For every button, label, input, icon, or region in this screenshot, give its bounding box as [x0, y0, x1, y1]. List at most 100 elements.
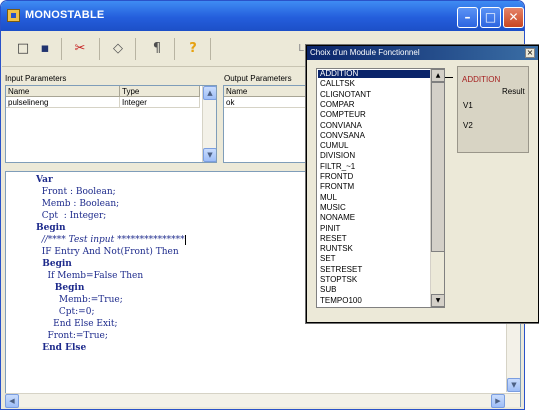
module-list-item[interactable]: CALLTSK: [318, 80, 430, 88]
toolbar-separator: [135, 38, 136, 60]
code-text: If Memb=False Then: [36, 271, 144, 281]
module-list-item[interactable]: PINIT: [318, 224, 430, 233]
table-cell-type[interactable]: Integer: [120, 97, 200, 108]
scroll-right-icon[interactable]: ▶: [491, 394, 505, 408]
dialog-title: Choix d'un Module Fonctionnel: [310, 48, 420, 57]
module-list-item[interactable]: COMPAR: [318, 100, 430, 109]
module-list-item[interactable]: MUSIC: [318, 203, 430, 212]
scroll-up-icon[interactable]: ▲: [203, 86, 216, 100]
save-icon[interactable]: ▪: [36, 40, 54, 58]
module-list-item[interactable]: CONVSANA: [318, 131, 430, 140]
preview-connector-line: [445, 77, 453, 78]
code-text: //**** Test input ***************: [36, 235, 185, 245]
code-line: Cpt:=0;: [36, 306, 95, 318]
code-line: Begin: [36, 222, 66, 234]
output-parameters-table[interactable]: Name ok: [223, 85, 307, 163]
close-button[interactable]: ✕: [503, 7, 524, 28]
code-text: Front : Boolean;: [36, 187, 116, 197]
text-cursor: [184, 234, 186, 245]
cut-icon[interactable]: ✂: [71, 40, 89, 58]
module-list-item[interactable]: CONVIANA: [318, 121, 430, 130]
code-text: Memb:=True;: [36, 295, 123, 305]
code-line: Memb:=True;: [36, 294, 123, 306]
code-line: Begin: [36, 282, 85, 294]
code-text: Cpt:=0;: [36, 307, 95, 317]
code-text: Begin: [36, 283, 85, 293]
input-parameters-table[interactable]: Name Type pulselineng Integer ▲ ▼: [5, 85, 217, 163]
scroll-down-icon[interactable]: ▼: [507, 378, 520, 392]
scroll-left-icon[interactable]: ◀: [5, 394, 19, 408]
module-list-item[interactable]: MUL: [318, 193, 430, 202]
shape-icon[interactable]: ◇: [109, 40, 127, 58]
scroll-down-icon[interactable]: ▼: [431, 294, 444, 307]
scroll-thumb[interactable]: [431, 82, 444, 252]
module-list-item[interactable]: COMPTEUR: [318, 111, 430, 119]
module-list-item[interactable]: SETRESET: [318, 265, 430, 274]
module-list-item[interactable]: CLIGNOTANT: [318, 90, 430, 99]
preview-input-label: V1: [463, 101, 473, 110]
column-header-type[interactable]: Type: [120, 86, 200, 97]
preview-output-label: Result: [502, 87, 525, 96]
code-line: Memb : Boolean;: [36, 198, 119, 210]
table-cell-name[interactable]: pulselineng: [6, 97, 120, 108]
code-line: Front:=True;: [36, 330, 108, 342]
code-line: If Memb=False Then: [36, 270, 143, 282]
code-line: Front : Boolean;: [36, 186, 116, 198]
module-list-item[interactable]: RESET: [318, 234, 430, 243]
code-text: Begin: [36, 259, 72, 269]
code-line: End Else: [36, 342, 86, 354]
module-list[interactable]: ADDITION CALLTSK CLIGNOTANT COMPAR COMPTEUR C…: [316, 68, 445, 308]
module-list-item[interactable]: RUNTSK: [318, 245, 430, 253]
maximize-button[interactable]: □: [480, 7, 501, 28]
toolbar-separator: [99, 38, 100, 60]
module-chooser-dialog: Choix d'un Module Fonctionnel × ADDITION…: [306, 45, 539, 323]
module-list-item[interactable]: ADDITION: [318, 70, 430, 78]
editor-horizontal-scrollbar[interactable]: ◀ ▶: [5, 393, 520, 408]
output-parameters-label: Output Parameters: [224, 74, 292, 83]
code-text: IF Entry And Not(Front) Then: [36, 247, 179, 257]
module-list-item[interactable]: SUB: [318, 286, 430, 294]
code-text: Begin: [36, 223, 66, 233]
toolbar-separator: [210, 38, 211, 60]
new-file-icon[interactable]: □: [14, 40, 32, 58]
dialog-title-bar[interactable]: Choix d'un Module Fonctionnel ×: [307, 46, 538, 60]
help-icon[interactable]: ?: [184, 40, 202, 58]
scroll-down-icon[interactable]: ▼: [203, 148, 216, 162]
dialog-close-button[interactable]: ×: [525, 48, 535, 58]
module-list-item[interactable]: FRONTD: [318, 173, 430, 181]
input-parameters-label: Input Parameters: [5, 74, 67, 83]
code-text: End Else: [36, 343, 87, 353]
module-list-item[interactable]: CUMUL: [318, 142, 430, 150]
code-line: Var: [36, 174, 53, 186]
code-line: Begin: [36, 258, 72, 270]
preview-input-label: V2: [463, 121, 473, 130]
code-text: Var: [36, 175, 53, 185]
module-list-scrollbar[interactable]: ▲ ▼: [430, 69, 444, 307]
column-header-name[interactable]: Name: [6, 86, 120, 97]
module-list-item[interactable]: SET: [318, 255, 430, 263]
title-bar[interactable]: MONOSTABLE – □ ✕: [1, 1, 524, 31]
code-text: Front:=True;: [36, 331, 108, 341]
module-list-item[interactable]: STOPTSK: [318, 276, 430, 284]
module-list-item[interactable]: DIVISION: [318, 152, 430, 160]
module-preview: ADDITION Result V1 V2: [457, 66, 529, 153]
app-icon: [7, 9, 20, 22]
code-text: End Else Exit;: [36, 319, 118, 329]
code-text: Cpt : Integer;: [36, 211, 107, 221]
table-cell-name[interactable]: ok: [224, 97, 306, 108]
toolbar-separator: [174, 38, 175, 60]
window-title: MONOSTABLE: [25, 9, 105, 21]
code-line: IF Entry And Not(Front) Then: [36, 246, 179, 258]
module-list-item[interactable]: FRONTM: [318, 183, 430, 191]
scroll-up-icon[interactable]: ▲: [431, 69, 444, 82]
minimize-button[interactable]: –: [457, 7, 478, 28]
column-header-name[interactable]: Name: [224, 86, 306, 97]
toolbar-separator: [61, 38, 62, 60]
tool-icon[interactable]: ¶: [148, 40, 166, 58]
code-line: Cpt : Integer;: [36, 210, 107, 222]
input-table-scrollbar[interactable]: ▲ ▼: [202, 86, 216, 162]
module-list-item[interactable]: FILTR_~1: [318, 162, 430, 171]
module-list-item[interactable]: NONAME: [318, 214, 430, 222]
module-list-item[interactable]: TEMPO100: [318, 296, 430, 305]
code-line: //**** Test input ***************: [36, 234, 186, 246]
